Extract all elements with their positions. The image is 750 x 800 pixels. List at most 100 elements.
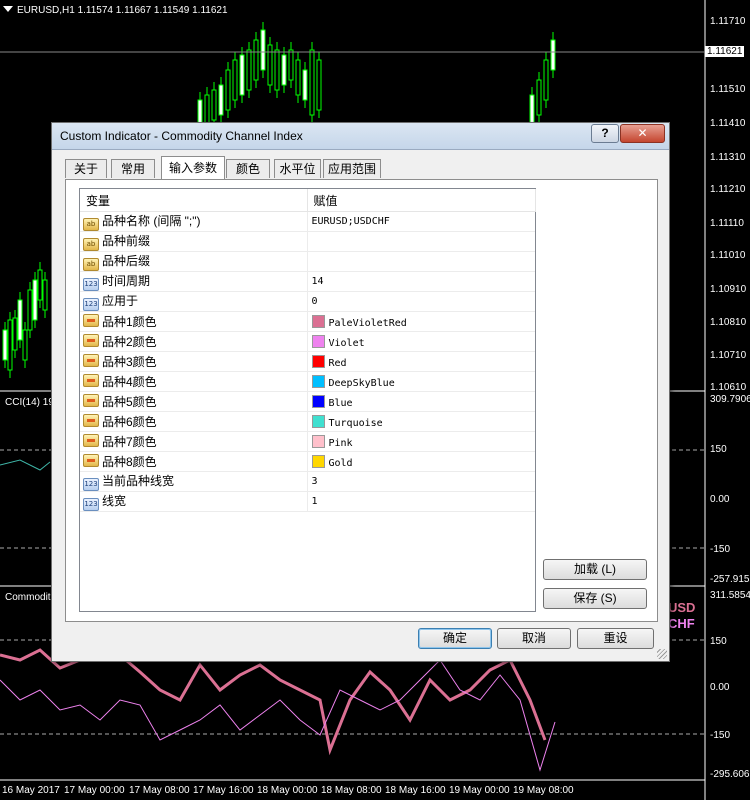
cci2-tick-label: 311.5854	[710, 590, 750, 601]
color-swatch	[311, 414, 325, 428]
color-type-icon	[83, 334, 99, 347]
number-type-icon: 123	[83, 478, 99, 491]
param-value-cell[interactable]: Gold	[307, 451, 535, 472]
symbol-info: EURUSD,H1 1.11574 1.11667 1.11549 1.1162…	[17, 5, 228, 16]
color-swatch	[311, 434, 325, 448]
ok-button[interactable]: 确定	[418, 628, 492, 649]
param-value: 3	[311, 476, 318, 487]
close-button[interactable]: ✕	[620, 124, 665, 143]
param-row[interactable]: 品种2颜色 Violet	[80, 331, 535, 352]
param-row[interactable]: 123 时间周期 14	[80, 271, 535, 292]
tab-visualization[interactable]: 应用范围	[323, 159, 381, 178]
param-value-cell[interactable]: 3	[307, 471, 535, 492]
param-row[interactable]: 品种4颜色 DeepSkyBlue	[80, 371, 535, 392]
help-button[interactable]: ?	[591, 124, 619, 143]
resize-grip-icon[interactable]	[657, 649, 667, 659]
cancel-button[interactable]: 取消	[497, 628, 571, 649]
tab-levels[interactable]: 水平位	[274, 159, 321, 178]
param-value-cell[interactable]: 0	[307, 291, 535, 312]
param-name-cell: 品种5颜色	[80, 391, 308, 412]
param-value-cell[interactable]	[307, 251, 535, 272]
candle-body	[267, 44, 273, 86]
column-header-value[interactable]: 赋值	[307, 189, 536, 212]
load-button[interactable]: 加载 (L)	[543, 559, 647, 580]
param-name: 应用于	[102, 294, 139, 308]
time-tick-label: 17 May 08:00	[129, 785, 190, 796]
param-row[interactable]: 品种7颜色 Pink	[80, 431, 535, 452]
candle-body	[27, 289, 33, 331]
string-type-icon: ab	[83, 218, 99, 231]
tab-inputs[interactable]: 输入参数	[161, 156, 225, 179]
param-value-cell[interactable]: Turquoise	[307, 411, 535, 432]
candle-body	[302, 69, 308, 101]
symbol-menu-arrow-icon[interactable]	[3, 6, 13, 12]
candle-body	[536, 79, 542, 116]
time-tick-label: 19 May 08:00	[513, 785, 574, 796]
color-swatch	[311, 334, 325, 348]
save-button[interactable]: 保存 (S)	[543, 588, 647, 609]
candle-body	[295, 59, 301, 96]
price-tick-label: 1.10810	[710, 317, 747, 328]
param-value-cell[interactable]: PaleVioletRed	[307, 311, 535, 332]
time-tick-label: 17 May 00:00	[64, 785, 125, 796]
color-swatch	[311, 354, 325, 368]
param-value-cell[interactable]: Pink	[307, 431, 535, 452]
param-value: Turquoise	[328, 417, 383, 429]
param-value-cell[interactable]: 1	[307, 491, 535, 512]
param-value-cell[interactable]: Violet	[307, 331, 535, 352]
param-name: 品种4颜色	[102, 375, 157, 389]
candle-body	[288, 49, 294, 81]
param-name-cell: 品种2颜色	[80, 331, 308, 352]
param-value: 14	[311, 276, 324, 287]
param-row[interactable]: 品种8颜色 Gold	[80, 451, 535, 472]
candle-body	[543, 59, 549, 101]
param-row[interactable]: 品种5颜色 Blue	[80, 391, 535, 412]
candle-body	[204, 94, 210, 126]
param-name: 品种名称 (间隔 ";")	[102, 214, 201, 228]
dialog-titlebar[interactable]: Custom Indicator - Commodity Channel Ind…	[52, 123, 669, 150]
candle-body	[253, 39, 259, 81]
param-name-cell: 品种3颜色	[80, 351, 308, 372]
param-name: 品种后缀	[102, 254, 151, 268]
param-value-cell[interactable]: Blue	[307, 391, 535, 412]
candle-body	[32, 279, 38, 321]
param-row[interactable]: ab 品种名称 (间隔 ";") EURUSD;USDCHF	[80, 211, 535, 232]
param-name-cell: 品种8颜色	[80, 451, 308, 472]
price-tick-label: 1.11110	[710, 218, 744, 229]
column-header-variable[interactable]: 变量	[80, 189, 308, 212]
param-value-cell[interactable]: DeepSkyBlue	[307, 371, 535, 392]
current-price-tag: 1.11621	[705, 46, 745, 57]
param-row[interactable]: ab 品种前缀	[80, 231, 535, 252]
candle-body	[12, 317, 18, 351]
param-row[interactable]: 123 应用于 0	[80, 291, 535, 312]
param-value-cell[interactable]	[307, 231, 535, 252]
param-row[interactable]: 品种1颜色 PaleVioletRed	[80, 311, 535, 332]
tab-about[interactable]: 关于	[65, 159, 107, 178]
param-value-cell[interactable]: Red	[307, 351, 535, 372]
param-row[interactable]: 品种3颜色 Red	[80, 351, 535, 372]
param-row[interactable]: ab 品种后缀	[80, 251, 535, 272]
param-value: Gold	[328, 457, 353, 469]
candle-body	[309, 49, 315, 116]
candle-body	[550, 39, 556, 71]
param-value-cell[interactable]: 14	[307, 271, 535, 292]
candle-body	[7, 319, 13, 371]
param-row[interactable]: 123 当前品种线宽 3	[80, 471, 535, 492]
tab-common[interactable]: 常用	[111, 159, 155, 178]
param-name: 品种1颜色	[102, 315, 157, 329]
price-tick-label: 1.11010	[710, 250, 746, 261]
param-value-cell[interactable]: EURUSD;USDCHF	[307, 211, 535, 232]
param-value: Blue	[328, 397, 353, 409]
param-row[interactable]: 123 线宽 1	[80, 491, 535, 512]
reset-button[interactable]: 重设	[577, 628, 654, 649]
param-name: 品种6颜色	[102, 415, 157, 429]
candle-body	[239, 54, 245, 96]
cci1-label: CCI(14) 19	[5, 397, 54, 408]
price-tick-label: 1.11510	[710, 84, 746, 95]
tab-colors[interactable]: 颜色	[226, 159, 270, 178]
param-value: EURUSD;USDCHF	[311, 216, 390, 227]
param-row[interactable]: 品种6颜色 Turquoise	[80, 411, 535, 432]
time-tick-label: 16 May 2017	[2, 785, 60, 796]
candle-body	[211, 89, 217, 121]
cci1-tick-label: 150	[710, 444, 727, 455]
